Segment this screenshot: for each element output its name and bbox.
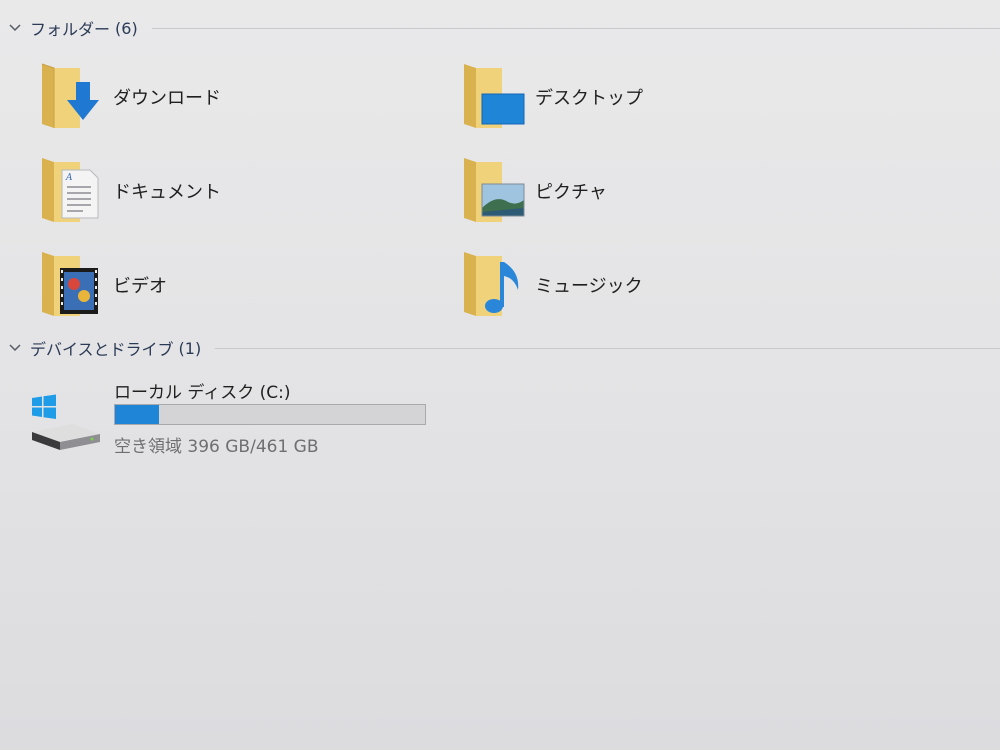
section-count: (6) <box>115 18 138 38</box>
devices-section-header[interactable]: デバイスとドライブ (1) <box>8 336 1000 360</box>
folder-item-desktop[interactable]: デスクトップ <box>462 62 822 142</box>
folder-label: ダウンロード <box>113 88 221 109</box>
section-count: (1) <box>178 338 202 358</box>
chevron-down-icon <box>9 24 21 32</box>
section-title: フォルダー <box>30 20 111 39</box>
folder-label: ドキュメント <box>113 182 221 203</box>
chevron-down-icon <box>9 344 21 352</box>
drive-item-local-disk-c[interactable]: ローカル ディスク (C:) 空き領域 396 GB/461 GB <box>28 378 448 468</box>
folder-label: ピクチャ <box>535 182 607 203</box>
drive-usage-bar <box>114 404 426 425</box>
folder-label: デスクトップ <box>535 88 643 109</box>
section-divider <box>215 347 1000 349</box>
section-divider <box>151 27 1000 29</box>
download-folder-icon <box>41 63 99 128</box>
music-folder-icon <box>464 252 519 316</box>
drive-usage-fill <box>115 405 159 424</box>
folder-item-downloads[interactable]: ダウンロード <box>40 62 400 142</box>
folder-item-pictures[interactable]: ピクチャ <box>462 156 822 236</box>
documents-folder-icon: A <box>42 158 99 222</box>
folder-item-music[interactable]: ミュージック <box>462 250 822 330</box>
hard-drive-icon <box>32 394 100 450</box>
drive-name: ローカル ディスク (C:) <box>114 383 291 403</box>
svg-text:A: A <box>65 173 73 183</box>
folders-section-header[interactable]: フォルダー (6) <box>8 16 1000 40</box>
folder-item-videos[interactable]: ビデオ <box>40 250 400 330</box>
section-title: デバイスとドライブ <box>30 340 174 359</box>
desktop-folder-icon <box>464 64 525 128</box>
folder-item-documents[interactable]: A ドキュメント <box>40 156 400 236</box>
folder-label: ミュージック <box>535 276 643 297</box>
pictures-folder-icon <box>464 158 525 222</box>
folder-label: ビデオ <box>113 276 167 297</box>
drive-free-space: 空き領域 396 GB/461 GB <box>114 437 319 457</box>
videos-folder-icon <box>42 252 98 316</box>
